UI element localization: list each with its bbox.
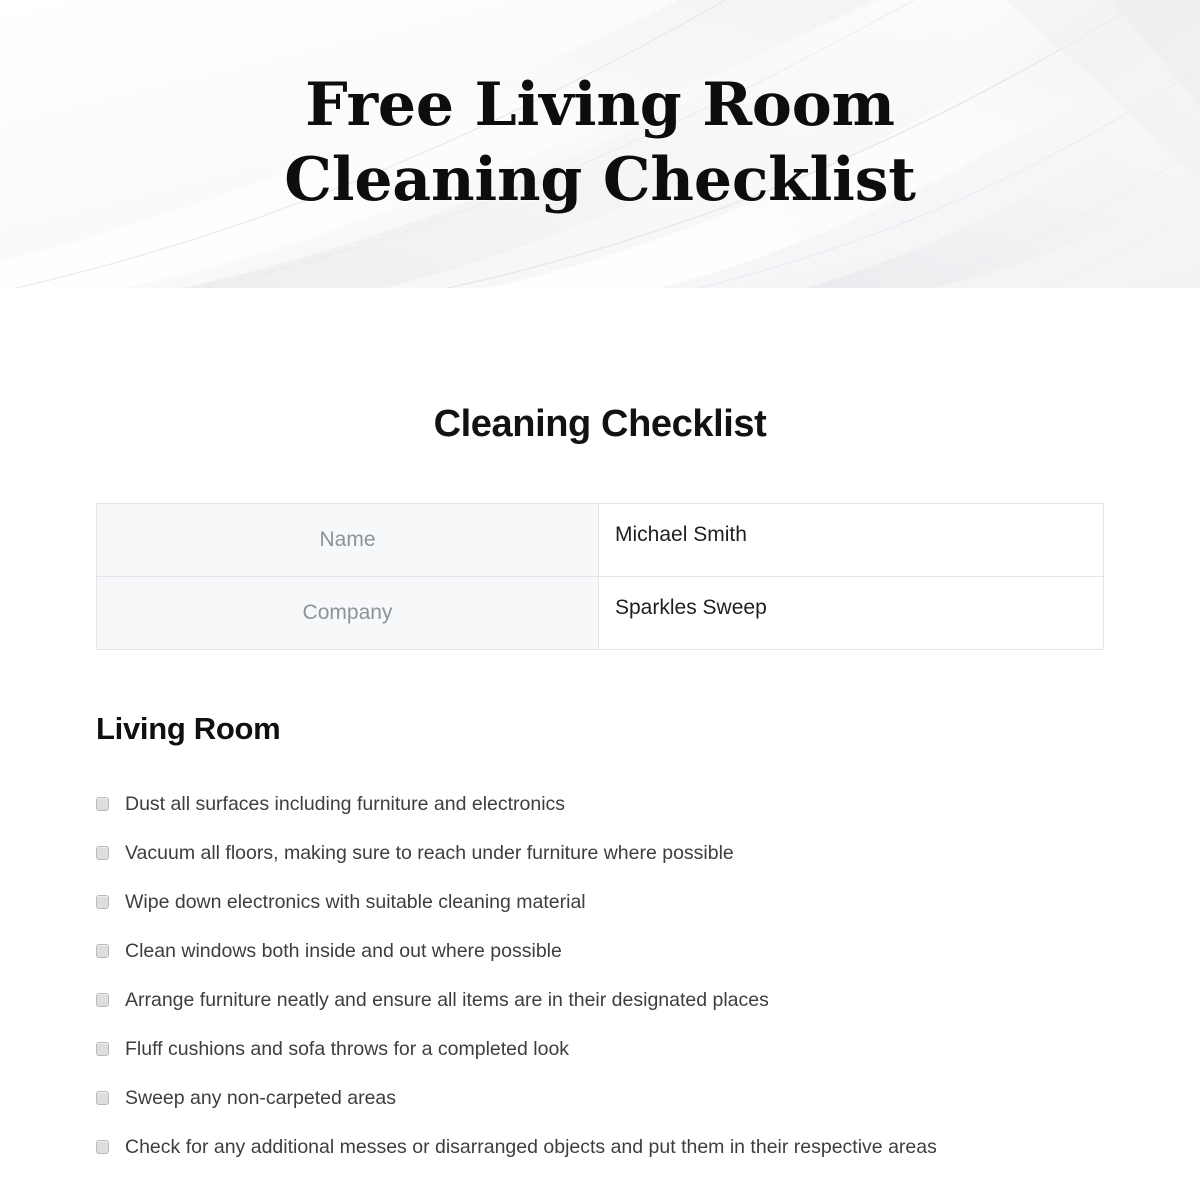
list-item[interactable]: Sweep any non-carpeted areas: [96, 1080, 1104, 1116]
list-item[interactable]: Vacuum all floors, making sure to reach …: [96, 835, 1104, 871]
checkbox-icon[interactable]: [96, 1042, 109, 1057]
info-value-name[interactable]: Michael Smith: [598, 502, 1104, 577]
living-room-section: Living Room Dust all surfaces including …: [96, 710, 1104, 1166]
list-item-label: Sweep any non-carpeted areas: [125, 1087, 397, 1110]
list-item-label: Check for any additional messes or disar…: [125, 1136, 937, 1159]
checkbox-icon[interactable]: [96, 1140, 109, 1155]
list-item[interactable]: Clean windows both inside and out where …: [96, 933, 1104, 969]
document-body: Cleaning Checklist Name Michael Smith Co…: [0, 288, 1200, 1200]
checkbox-icon[interactable]: [96, 796, 109, 811]
list-item[interactable]: Arrange furniture neatly and ensure all …: [96, 982, 1104, 1018]
list-item-label: Dust all surfaces including furniture an…: [125, 792, 566, 815]
banner-title-line-2: Cleaning Checklist: [284, 145, 916, 215]
checkbox-icon[interactable]: [96, 845, 109, 860]
list-item-label: Fluff cushions and sofa throws for a com…: [125, 1038, 570, 1061]
banner-title: Free Living Room Cleaning Checklist: [0, 68, 1200, 218]
list-item-label: Clean windows both inside and out where …: [125, 940, 562, 963]
checkbox-icon[interactable]: [96, 993, 109, 1008]
info-table: Name Michael Smith Company Sparkles Swee…: [96, 502, 1104, 650]
checkbox-icon[interactable]: [96, 1091, 109, 1106]
table-row: Company Sparkles Sweep: [96, 575, 1104, 650]
banner-title-line-1: Free Living Room: [305, 70, 895, 140]
header-banner: Free Living Room Cleaning Checklist: [0, 0, 1200, 288]
list-item-label: Wipe down electronics with suitable clea…: [125, 891, 586, 914]
info-value-company[interactable]: Sparkles Sweep: [598, 575, 1104, 650]
living-room-checklist: Dust all surfaces including furniture an…: [96, 786, 1104, 1166]
checklist-document-page: Free Living Room Cleaning Checklist Clea…: [0, 0, 1200, 1200]
page-title: Cleaning Checklist: [433, 403, 767, 445]
list-item-label: Arrange furniture neatly and ensure all …: [125, 989, 769, 1012]
info-label-name: Name: [96, 502, 599, 577]
section-heading-living-room: Living Room: [96, 710, 281, 746]
info-label-company: Company: [96, 575, 599, 650]
list-item[interactable]: Dust all surfaces including furniture an…: [96, 786, 1104, 822]
table-row: Name Michael Smith: [96, 502, 1104, 577]
list-item[interactable]: Check for any additional messes or disar…: [96, 1129, 1104, 1165]
list-item[interactable]: Fluff cushions and sofa throws for a com…: [96, 1031, 1104, 1067]
checkbox-icon[interactable]: [96, 944, 109, 959]
info-table-body: Name Michael Smith Company Sparkles Swee…: [96, 502, 1104, 650]
list-item[interactable]: Wipe down electronics with suitable clea…: [96, 884, 1104, 920]
list-item-label: Vacuum all floors, making sure to reach …: [125, 841, 734, 864]
checkbox-icon[interactable]: [96, 895, 109, 910]
